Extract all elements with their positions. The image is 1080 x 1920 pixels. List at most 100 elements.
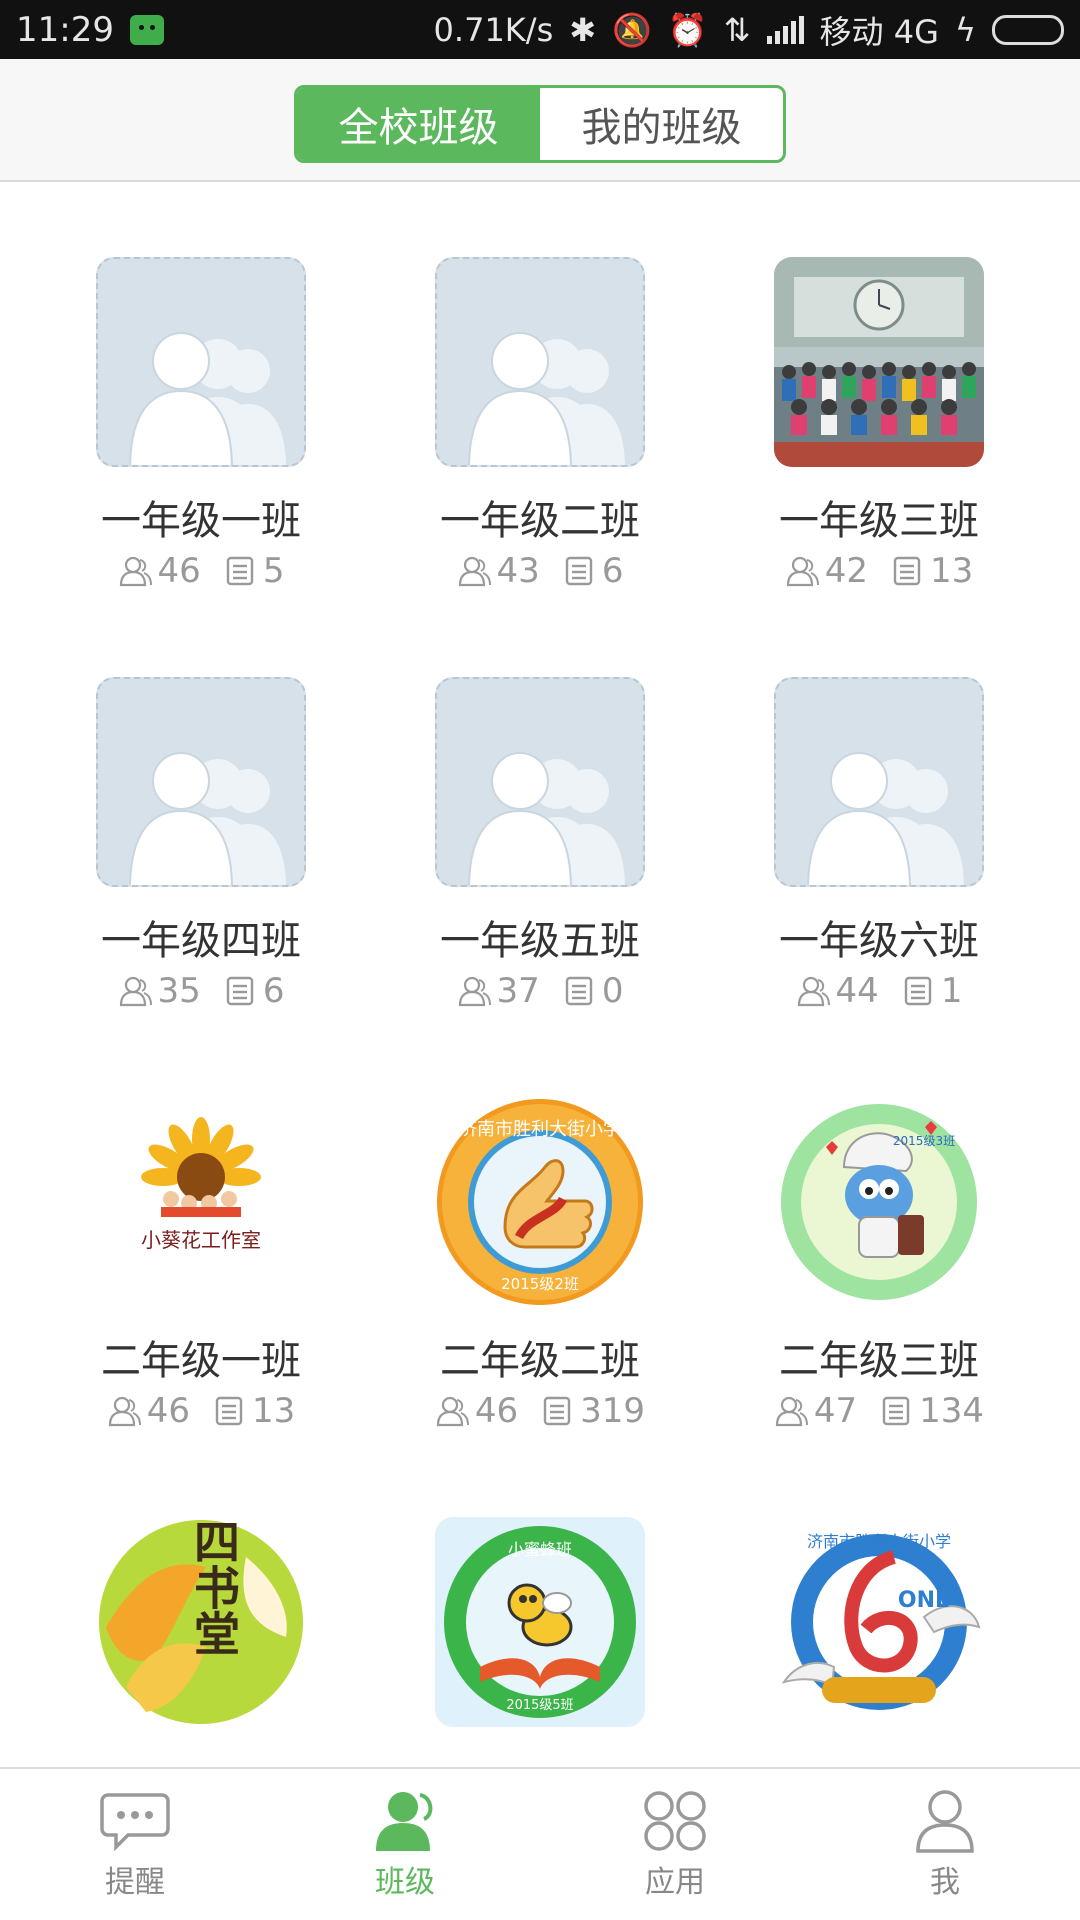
post-count: 6	[262, 971, 285, 1011]
carrier: 移动 4G	[819, 12, 939, 51]
members-icon	[774, 1394, 808, 1428]
post-count: 13	[930, 551, 974, 591]
post-count: 134	[919, 1391, 985, 1431]
class-name: 二年级二班	[440, 1338, 640, 1384]
post-count: 13	[252, 1391, 296, 1431]
sunflower-logo-avatar: 小葵花工作室	[96, 1097, 306, 1307]
class-card[interactable]: 2015级3班 二年级三班 47 134	[729, 1097, 1029, 1431]
class-stats: 46 319	[390, 1391, 690, 1431]
class-card[interactable]: 一年级三班 42 13	[729, 257, 1029, 591]
class-name: 一年级二班	[440, 498, 640, 544]
tab-reminders[interactable]: 提醒	[0, 1769, 270, 1920]
tab-me[interactable]: 我	[810, 1769, 1080, 1920]
tab-label: 我	[930, 1864, 960, 1900]
tab-apps[interactable]: 应用	[540, 1769, 810, 1920]
class-card[interactable]: 四书堂	[51, 1517, 351, 1767]
class-card[interactable]: 一年级四班 35 6	[51, 677, 351, 1011]
class-name	[390, 1757, 690, 1767]
posts-icon	[223, 974, 257, 1008]
class-card[interactable]: 一年级二班 43 6	[390, 257, 690, 591]
class-card[interactable]: 济南市胜利大街小学 2015级2班 二年级二班 46 319	[390, 1097, 690, 1431]
posts-icon	[901, 974, 935, 1008]
apps-grid-icon	[644, 1790, 706, 1851]
members-icon	[457, 554, 491, 588]
thumb-badge-avatar: 济南市胜利大街小学 2015级2班	[435, 1097, 645, 1307]
members-icon	[785, 554, 819, 588]
sishutang-logo-text: 四书堂	[187, 1518, 241, 1656]
member-count: 37	[496, 971, 540, 1011]
default-class-avatar-icon	[774, 677, 984, 887]
sunflower-logo-text: 小葵花工作室	[141, 1228, 261, 1252]
class-name	[51, 1757, 351, 1767]
net-speed: 0.71K/s	[433, 10, 554, 49]
member-count: 46	[474, 1391, 519, 1431]
bottom-tab-bar: 提醒 班级 应用 我	[0, 1767, 1080, 1920]
member-count: 35	[157, 971, 201, 1011]
post-count: 1	[940, 971, 963, 1011]
class-photo-avatar	[774, 257, 984, 467]
class-name: 一年级六班	[779, 918, 979, 964]
members-icon	[435, 1394, 469, 1428]
data-transfer-icon: ⇅	[723, 10, 751, 49]
sishutang-badge-avatar: 四书堂	[96, 1517, 306, 1727]
posts-icon	[562, 974, 596, 1008]
six-one-badge-school: 济南市胜利大街小学	[807, 1532, 951, 1551]
class-name: 一年级一班	[101, 498, 301, 544]
class-card[interactable]: 一年级五班 37 0	[390, 677, 690, 1011]
member-count: 43	[496, 551, 540, 591]
member-count: 47	[813, 1391, 858, 1431]
signal-icon	[766, 15, 804, 44]
tab-label: 班级	[375, 1864, 435, 1900]
class-card[interactable]: 一年级一班 46 5	[51, 257, 351, 591]
class-card[interactable]: ONE 济南市胜利大街小学	[729, 1517, 1029, 1767]
alarm-icon: ⏰	[667, 10, 708, 49]
bluetooth-icon: ✱	[569, 10, 597, 49]
tab-my-classes[interactable]: 我的班级	[540, 88, 783, 160]
members-icon	[118, 974, 152, 1008]
class-scope-segment: 全校班级 我的班级	[294, 85, 786, 163]
posts-icon	[540, 1394, 574, 1428]
post-count: 0	[601, 971, 624, 1011]
person-icon	[376, 1791, 433, 1851]
badge-class-text: 2015级2班	[501, 1275, 579, 1293]
class-stats: 43 6	[390, 551, 690, 591]
class-stats: 42 13	[729, 551, 1029, 591]
tab-all-school-classes[interactable]: 全校班级	[297, 88, 540, 160]
class-name: 一年级四班	[101, 918, 301, 964]
class-stats: 37 0	[390, 971, 690, 1011]
member-count: 42	[824, 551, 868, 591]
default-class-avatar-icon	[96, 677, 306, 887]
charging-icon: ϟ	[954, 10, 976, 49]
post-count: 5	[262, 551, 285, 591]
chat-bubble-icon	[100, 1792, 170, 1851]
class-name: 一年级五班	[440, 918, 640, 964]
posts-icon	[890, 554, 924, 588]
posts-icon	[223, 554, 257, 588]
posts-icon	[212, 1394, 246, 1428]
members-icon	[796, 974, 830, 1008]
class-name: 二年级一班	[101, 1338, 301, 1384]
class-stats: 44 1	[729, 971, 1029, 1011]
class-stats: 35 6	[51, 971, 351, 1011]
tab-classes[interactable]: 班级	[270, 1769, 540, 1920]
smurf-badge-avatar: 2015级3班	[774, 1097, 984, 1307]
six-one-badge-one: ONE	[898, 1588, 950, 1613]
bee-badge-avatar: 小蜜蜂班 2015级5班	[435, 1517, 645, 1727]
status-time: 11:29	[16, 9, 114, 50]
members-icon	[107, 1394, 141, 1428]
class-name: 一年级三班	[779, 498, 979, 544]
status-right: 0.71K/s ✱ 🔕 ⏰ ⇅ 移动 4G ϟ	[434, 7, 1064, 53]
class-grid: 一年级一班 46 5 一年级二班 43 6 一年级三班 42 13 一年级四班 …	[0, 182, 1080, 1767]
bee-badge-class: 2015级5班	[506, 1698, 573, 1713]
default-class-avatar-icon	[435, 677, 645, 887]
battery-icon	[992, 14, 1064, 45]
class-name	[729, 1757, 1029, 1767]
class-card[interactable]: 小蜜蜂班 2015级5班	[390, 1517, 690, 1767]
class-card[interactable]: 小葵花工作室 二年级一班 46 13	[51, 1097, 351, 1431]
mute-icon: 🔕	[612, 10, 652, 49]
post-count: 319	[580, 1391, 646, 1431]
bee-badge-title: 小蜜蜂班	[508, 1540, 572, 1559]
class-card[interactable]: 一年级六班 44 1	[729, 677, 1029, 1011]
posts-icon	[879, 1394, 913, 1428]
badge-school-text: 济南市胜利大街小学	[459, 1119, 621, 1140]
